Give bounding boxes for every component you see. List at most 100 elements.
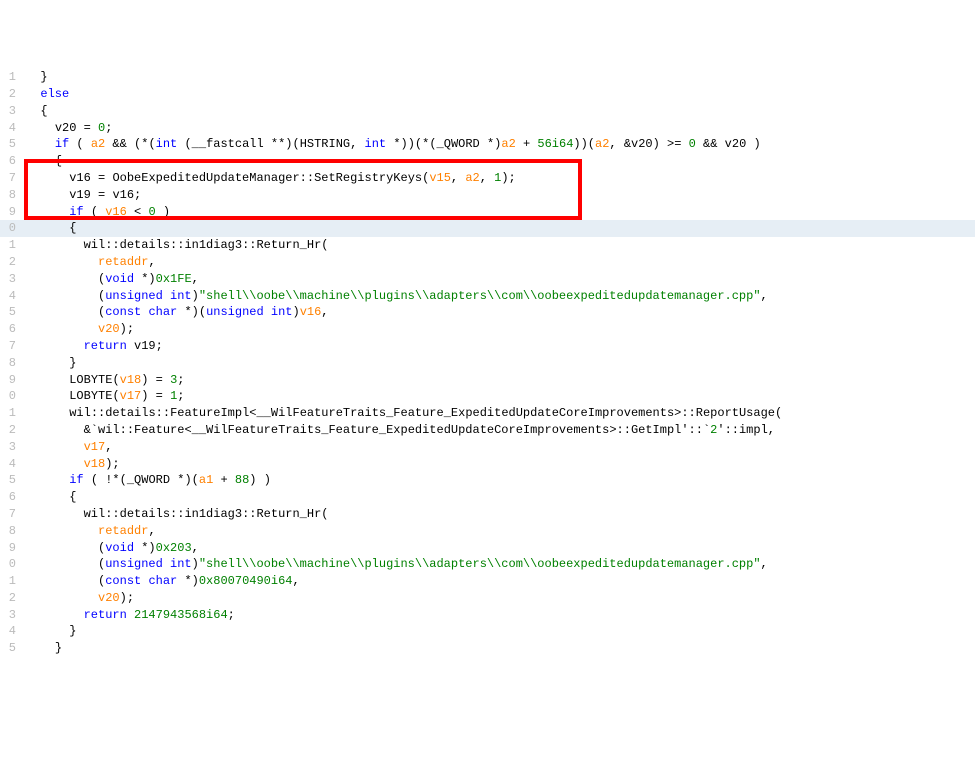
code-line[interactable]: 7 v16 = OobeExpeditedUpdateManager::SetR… — [0, 170, 975, 187]
code-line[interactable]: 1 } — [0, 69, 975, 86]
code-content[interactable]: (const char *)0x80070490i64, — [22, 573, 975, 590]
code-line[interactable]: 9 (void *)0x203, — [0, 540, 975, 557]
code-line[interactable]: 6 { — [0, 489, 975, 506]
code-line[interactable]: 7 wil::details::in1diag3::Return_Hr( — [0, 506, 975, 523]
code-line[interactable]: 3 return 2147943568i64; — [0, 607, 975, 624]
code-line[interactable]: 8 } — [0, 355, 975, 372]
code-line[interactable]: 9 if ( v16 < 0 ) — [0, 204, 975, 221]
code-line[interactable]: 0 (unsigned int)"shell\\oobe\\machine\\p… — [0, 556, 975, 573]
code-content[interactable]: (unsigned int)"shell\\oobe\\machine\\plu… — [22, 288, 975, 305]
code-content[interactable]: if ( v16 < 0 ) — [22, 204, 975, 221]
code-line[interactable]: 5 if ( !*(_QWORD *)(a1 + 88) ) — [0, 472, 975, 489]
code-content[interactable]: (void *)0x1FE, — [22, 271, 975, 288]
line-number: 8 — [0, 187, 22, 204]
line-number: 4 — [0, 623, 22, 640]
code-content[interactable]: retaddr, — [22, 523, 975, 540]
code-content[interactable]: v19 = v16; — [22, 187, 975, 204]
line-number: 2 — [0, 86, 22, 103]
line-number: 3 — [0, 271, 22, 288]
code-content[interactable]: } — [22, 69, 975, 86]
code-line[interactable]: 1 wil::details::FeatureImpl<__WilFeature… — [0, 405, 975, 422]
line-number: 5 — [0, 640, 22, 657]
code-line[interactable]: 3 (void *)0x1FE, — [0, 271, 975, 288]
code-content[interactable]: wil::details::FeatureImpl<__WilFeatureTr… — [22, 405, 975, 422]
code-content[interactable]: &`wil::Feature<__WilFeatureTraits_Featur… — [22, 422, 975, 439]
code-content[interactable]: else — [22, 86, 975, 103]
code-content[interactable]: LOBYTE(v18) = 3; — [22, 372, 975, 389]
line-number: 1 — [0, 573, 22, 590]
code-line[interactable]: 0 { — [0, 220, 975, 237]
code-content[interactable]: v20); — [22, 321, 975, 338]
code-line[interactable]: 1 wil::details::in1diag3::Return_Hr( — [0, 237, 975, 254]
code-line[interactable]: 6 v20); — [0, 321, 975, 338]
line-number: 7 — [0, 170, 22, 187]
line-number: 3 — [0, 607, 22, 624]
code-line[interactable]: 5 if ( a2 && (*(int (__fastcall **)(HSTR… — [0, 136, 975, 153]
code-line[interactable]: 6 { — [0, 153, 975, 170]
line-number: 7 — [0, 338, 22, 355]
line-number: 8 — [0, 523, 22, 540]
line-number: 9 — [0, 540, 22, 557]
code-line[interactable]: 3 { — [0, 103, 975, 120]
code-content[interactable]: (unsigned int)"shell\\oobe\\machine\\plu… — [22, 556, 975, 573]
code-content[interactable]: } — [22, 623, 975, 640]
code-line[interactable]: 9 LOBYTE(v18) = 3; — [0, 372, 975, 389]
line-number: 9 — [0, 204, 22, 221]
code-line[interactable]: 2 retaddr, — [0, 254, 975, 271]
code-content[interactable]: v20); — [22, 590, 975, 607]
code-line[interactable]: 4 v18); — [0, 456, 975, 473]
code-line[interactable]: 4 (unsigned int)"shell\\oobe\\machine\\p… — [0, 288, 975, 305]
code-line[interactable]: 7 return v19; — [0, 338, 975, 355]
line-number: 3 — [0, 103, 22, 120]
code-line[interactable]: 1 (const char *)0x80070490i64, — [0, 573, 975, 590]
code-content[interactable]: if ( !*(_QWORD *)(a1 + 88) ) — [22, 472, 975, 489]
code-line[interactable]: 2 &`wil::Feature<__WilFeatureTraits_Feat… — [0, 422, 975, 439]
line-number: 9 — [0, 372, 22, 389]
line-number: 4 — [0, 288, 22, 305]
line-number: 5 — [0, 304, 22, 321]
line-number: 1 — [0, 69, 22, 86]
code-content[interactable]: } — [22, 355, 975, 372]
line-number: 3 — [0, 439, 22, 456]
code-content[interactable]: { — [22, 153, 975, 170]
line-number: 4 — [0, 120, 22, 137]
code-viewer[interactable]: 1 }2 else3 {4 v20 = 0;5 if ( a2 && (*(in… — [0, 67, 975, 659]
line-number: 8 — [0, 355, 22, 372]
code-content[interactable]: { — [22, 489, 975, 506]
code-content[interactable]: v17, — [22, 439, 975, 456]
code-line[interactable]: 5 } — [0, 640, 975, 657]
code-line[interactable]: 2 v20); — [0, 590, 975, 607]
code-line[interactable]: 2 else — [0, 86, 975, 103]
code-content[interactable]: { — [22, 220, 975, 237]
code-content[interactable]: retaddr, — [22, 254, 975, 271]
code-content[interactable]: v20 = 0; — [22, 120, 975, 137]
line-number: 1 — [0, 237, 22, 254]
code-content[interactable]: return 2147943568i64; — [22, 607, 975, 624]
code-content[interactable]: (void *)0x203, — [22, 540, 975, 557]
code-content[interactable]: wil::details::in1diag3::Return_Hr( — [22, 237, 975, 254]
line-number: 0 — [0, 388, 22, 405]
code-content[interactable]: v18); — [22, 456, 975, 473]
code-line[interactable]: 0 LOBYTE(v17) = 1; — [0, 388, 975, 405]
line-number: 6 — [0, 321, 22, 338]
code-content[interactable]: LOBYTE(v17) = 1; — [22, 388, 975, 405]
line-number: 5 — [0, 136, 22, 153]
code-content[interactable]: return v19; — [22, 338, 975, 355]
line-number: 1 — [0, 405, 22, 422]
code-line[interactable]: 3 v17, — [0, 439, 975, 456]
code-line[interactable]: 4 v20 = 0; — [0, 120, 975, 137]
code-content[interactable]: v16 = OobeExpeditedUpdateManager::SetReg… — [22, 170, 975, 187]
code-content[interactable]: if ( a2 && (*(int (__fastcall **)(HSTRIN… — [22, 136, 975, 153]
line-number: 6 — [0, 489, 22, 506]
line-number: 2 — [0, 254, 22, 271]
line-number: 7 — [0, 506, 22, 523]
line-number: 2 — [0, 590, 22, 607]
code-content[interactable]: } — [22, 640, 975, 657]
code-line[interactable]: 8 v19 = v16; — [0, 187, 975, 204]
code-line[interactable]: 5 (const char *)(unsigned int)v16, — [0, 304, 975, 321]
code-content[interactable]: (const char *)(unsigned int)v16, — [22, 304, 975, 321]
code-content[interactable]: wil::details::in1diag3::Return_Hr( — [22, 506, 975, 523]
code-line[interactable]: 8 retaddr, — [0, 523, 975, 540]
code-line[interactable]: 4 } — [0, 623, 975, 640]
code-content[interactable]: { — [22, 103, 975, 120]
